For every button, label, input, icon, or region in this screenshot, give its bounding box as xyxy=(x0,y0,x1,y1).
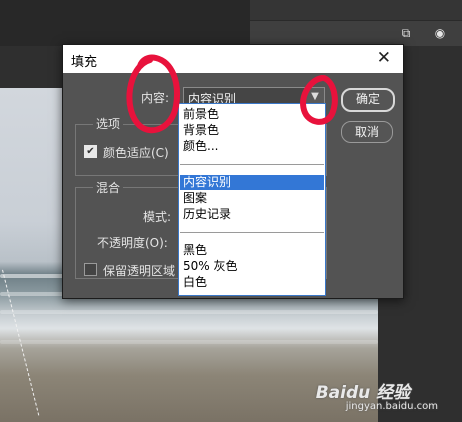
camera-icon[interactable]: ◉ xyxy=(432,26,448,40)
dropdown-item-history[interactable]: 历史记录 xyxy=(180,207,324,222)
dropdown-item-gray[interactable]: 50% 灰色 xyxy=(180,259,324,274)
options-group-title: 选项 xyxy=(93,115,124,132)
dropdown-item-foreground[interactable]: 前景色 xyxy=(180,107,324,122)
watermark: Baidu 经验 jingyan.baidu.com xyxy=(316,378,438,412)
blend-group-title: 混合 xyxy=(93,179,124,196)
add-layer-icon[interactable]: ⧉ xyxy=(398,26,414,40)
watermark-sub: jingyan.baidu.com xyxy=(345,401,438,412)
preserve-transparency-label: 保留透明区域 xyxy=(103,264,176,278)
watermark-main: Baidu 经验 xyxy=(315,383,411,403)
dropdown-item-white[interactable]: 白色 xyxy=(180,275,324,290)
dropdown-item-background[interactable]: 背景色 xyxy=(180,123,324,138)
content-dropdown-list: 前景色 背景色 颜色... 内容识别 图案 历史记录 黑色 50% 灰色 白色 xyxy=(178,103,326,296)
dropdown-separator xyxy=(180,164,324,165)
opacity-label: 不透明度(O): xyxy=(97,236,168,250)
check-icon: ✔ xyxy=(86,146,95,157)
dropdown-item-content-aware[interactable]: 内容识别 xyxy=(180,175,324,190)
dropdown-item-pattern[interactable]: 图案 xyxy=(180,191,324,206)
color-adapt-checkbox[interactable]: ✔ xyxy=(84,145,97,158)
color-adapt-label: 颜色适应(C) xyxy=(103,146,169,160)
dialog-title: 填充 xyxy=(71,55,98,70)
dropdown-item-black[interactable]: 黑色 xyxy=(180,243,324,258)
close-icon[interactable]: ✕ xyxy=(377,48,391,68)
cancel-button[interactable]: 取消 xyxy=(341,121,393,143)
ok-button[interactable]: 确定 xyxy=(341,88,395,112)
panel-header: ⧉ ◉ xyxy=(250,20,462,47)
content-label: 内容: xyxy=(141,91,170,105)
dropdown-separator xyxy=(180,232,324,233)
app-top-strip xyxy=(250,0,462,20)
mode-label: 模式: xyxy=(143,210,172,224)
dialog-titlebar[interactable]: 填充 ✕ xyxy=(63,45,403,73)
preserve-transparency-checkbox[interactable] xyxy=(84,263,97,276)
dropdown-item-color[interactable]: 颜色... xyxy=(180,139,324,154)
